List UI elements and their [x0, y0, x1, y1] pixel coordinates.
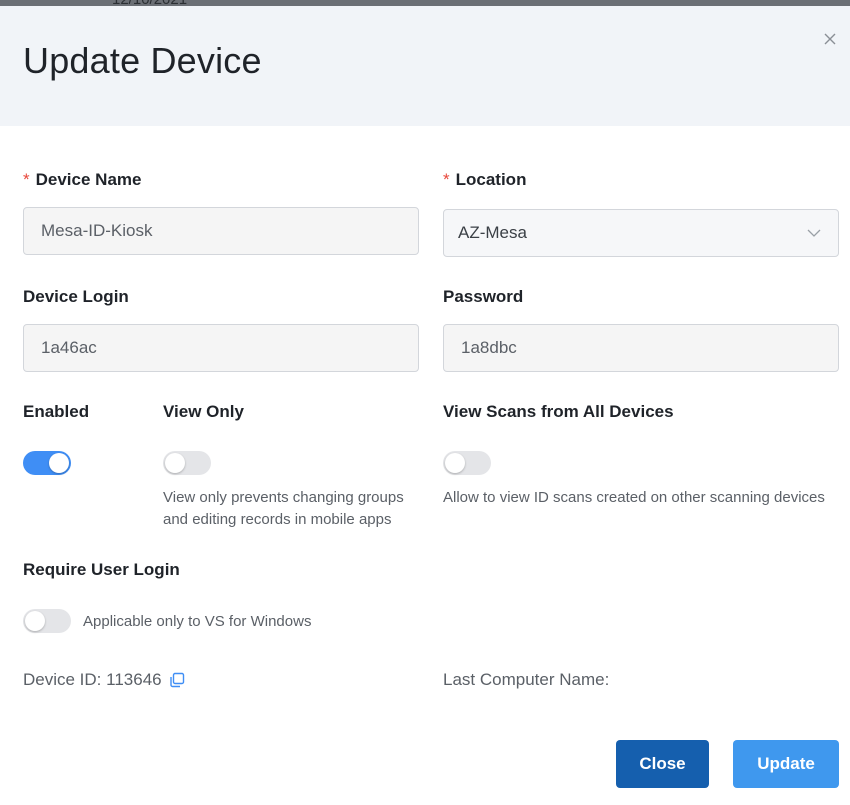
- location-select[interactable]: AZ-Mesa: [443, 209, 839, 257]
- update-button-label: Update: [757, 754, 815, 773]
- view-only-help-line1: View only prevents changing groups: [163, 489, 404, 506]
- enabled-label: Enabled: [23, 402, 90, 421]
- last-computer-name: Last Computer Name:: [443, 670, 610, 689]
- view-only-help: View only prevents changing groups and e…: [163, 487, 404, 531]
- required-marker: *: [443, 170, 450, 189]
- password-label: Password: [443, 287, 524, 306]
- chevron-down-icon: [807, 223, 821, 243]
- toggle-knob: [165, 453, 185, 473]
- view-scans-help: Allow to view ID scans created on other …: [443, 489, 825, 506]
- view-only-help-line2: and editing records in mobile apps: [163, 511, 392, 528]
- view-scans-toggle[interactable]: [443, 451, 491, 475]
- close-button[interactable]: Close: [616, 740, 709, 788]
- required-marker: *: [23, 170, 30, 189]
- view-scans-label: View Scans from All Devices: [443, 402, 674, 421]
- close-button-label: Close: [639, 754, 686, 773]
- device-login-value: 1a46ac: [41, 338, 97, 357]
- toggle-knob: [25, 611, 45, 631]
- require-login-help: Applicable only to VS for Windows: [83, 613, 312, 630]
- toggle-knob: [49, 453, 69, 473]
- view-only-label: View Only: [163, 402, 244, 421]
- location-label: * Location: [443, 170, 527, 189]
- device-id-text: Device ID: 113646: [23, 670, 162, 689]
- password-input[interactable]: 1a8dbc: [443, 324, 839, 372]
- device-name-label: * Device Name: [23, 170, 142, 189]
- require-login-label: Require User Login: [23, 560, 180, 579]
- require-login-toggle[interactable]: [23, 609, 71, 633]
- copy-icon[interactable]: [169, 672, 185, 688]
- toggle-knob: [445, 453, 465, 473]
- enabled-toggle[interactable]: [23, 451, 71, 475]
- device-login-label: Device Login: [23, 287, 129, 306]
- modal-title: Update Device: [23, 40, 262, 81]
- update-button[interactable]: Update: [733, 740, 839, 788]
- device-name-value: Mesa-ID-Kiosk: [41, 221, 153, 240]
- view-only-toggle[interactable]: [163, 451, 211, 475]
- device-id: Device ID: 113646: [23, 670, 185, 690]
- location-value: AZ-Mesa: [458, 223, 527, 242]
- device-login-input[interactable]: 1a46ac: [23, 324, 419, 372]
- password-value: 1a8dbc: [461, 338, 517, 357]
- device-name-input[interactable]: Mesa-ID-Kiosk: [23, 207, 419, 255]
- close-icon[interactable]: [820, 29, 840, 49]
